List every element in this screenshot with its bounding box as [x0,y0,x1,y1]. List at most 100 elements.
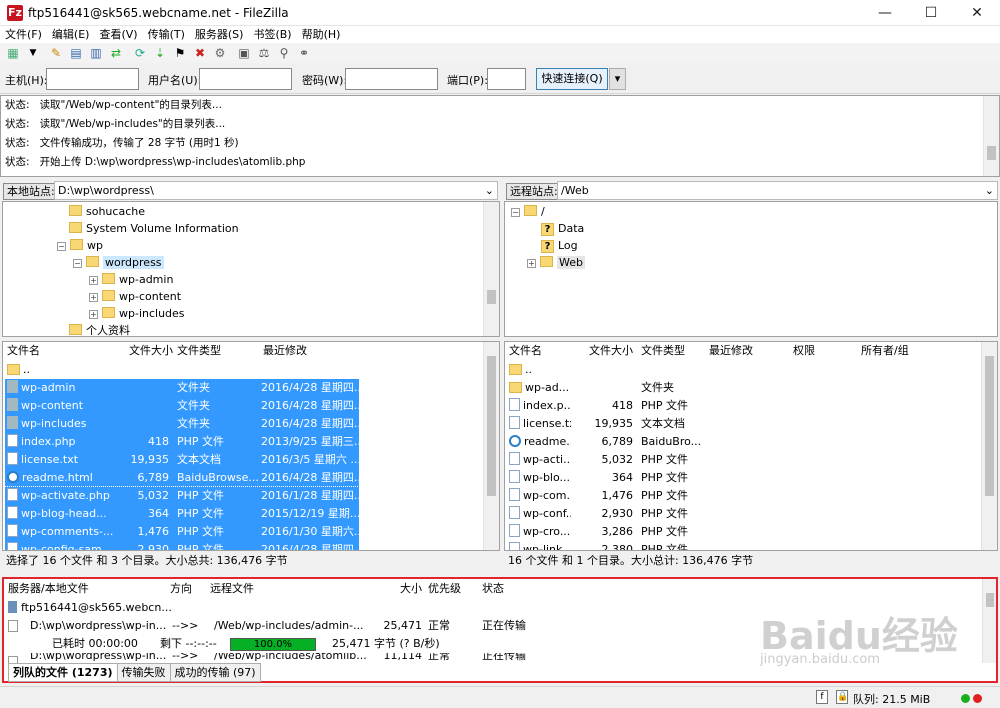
toggle-log-icon[interactable]: ✎ [48,45,64,61]
menu-edit[interactable]: 编辑(E) [47,26,95,43]
menu-server[interactable]: 服务器(S) [190,26,249,43]
expand-icon[interactable]: + [89,310,98,319]
chevron-down-icon[interactable]: ⌄ [985,182,994,199]
menu-transfer[interactable]: 传输(T) [143,26,190,43]
menu-help[interactable]: 帮助(H) [297,26,346,43]
file-row[interactable]: wp-content 文件夹 2016/4/28 星期四... [5,397,359,415]
column-filesize[interactable]: 文件大小 [571,342,633,360]
expand-icon[interactable]: + [89,293,98,302]
queue-item-row[interactable]: D:\wp\wordpress\wp-in... -->> /Web/wp-in… [8,617,538,635]
file-row[interactable]: wp-cro... 3,286 PHP 文件 [507,523,983,541]
tab-queued-files[interactable]: 列队的文件 (1273) [8,663,118,682]
toggle-queue-icon[interactable]: ⇄ [108,45,124,61]
column-permissions[interactable]: 权限 [789,342,855,360]
tree-node[interactable]: ? Log [541,237,578,254]
local-path-combobox[interactable]: D:\wp\wordpress\ ⌄ [54,181,498,200]
remote-path-combobox[interactable]: /Web ⌄ [557,181,998,200]
column-filesize[interactable]: 文件大小 [121,342,173,360]
collapse-icon[interactable]: − [73,259,82,268]
tree-node[interactable]: − wp [57,237,103,254]
quickconnect-dropdown-button[interactable]: ▾ [609,68,626,90]
tree-node[interactable]: + wp-admin [89,271,173,288]
queue-column-local[interactable]: 服务器/本地文件 [8,581,89,597]
quickconnect-button[interactable]: 快速连接(Q) [536,68,608,90]
tab-successful-transfers[interactable]: 成功的传输 (97) [169,663,261,682]
menu-file[interactable]: 文件(F) [0,26,47,43]
expand-icon[interactable]: + [527,259,536,268]
log-scrollbar[interactable] [983,96,999,176]
tree-node[interactable]: sohucache [69,203,145,220]
column-filetype[interactable]: 文件类型 [173,342,259,360]
password-input[interactable] [345,68,438,90]
file-row[interactable]: wp-blo... 364 PHP 文件 [507,469,983,487]
queue-scrollbar[interactable] [982,579,996,663]
queue-column-priority[interactable]: 优先级 [428,581,461,597]
search-remote-icon[interactable]: ⚭ [296,45,312,61]
column-modified[interactable]: 最近修改 [259,342,359,360]
refresh-icon[interactable]: ⟳ [132,45,148,61]
queue-server-row[interactable]: ftp516441@sk565.webcn... [8,599,172,617]
queue-column-size[interactable]: 大小 [384,581,422,597]
local-list-scrollbar[interactable] [483,342,499,550]
file-row[interactable]: wp-link... 2,380 PHP 文件 [507,541,983,550]
username-input[interactable] [199,68,292,90]
tree-node[interactable]: 个人资料 [69,322,130,336]
collapse-icon[interactable]: − [511,208,520,217]
filter-icon[interactable]: f [816,690,828,704]
file-row[interactable]: license.txt19,935文本文档 [507,415,983,433]
queue-column-direction[interactable]: 方向 [170,581,192,597]
file-row[interactable]: wp-ad... 文件夹 [507,379,983,397]
expand-icon[interactable]: + [89,276,98,285]
queue-column-remote[interactable]: 远程文件 [210,581,254,597]
chevron-down-icon[interactable]: ⌄ [485,182,494,199]
column-filetype[interactable]: 文件类型 [637,342,703,360]
file-row[interactable]: wp-activate.php 5,032 PHP 文件 2016/1/28 星期四.… [4,486,360,506]
file-row[interactable]: wp-comments-... 1,476 PHP 文件 2016/1/30 星期六.… [5,523,359,541]
file-row[interactable]: license.txt 19,935 文本文档 2016/3/5 星期六 ... [5,451,359,469]
tree-node[interactable]: + wp-content [89,288,181,305]
lock-icon[interactable]: 🔒 [836,690,848,704]
column-filename[interactable]: 文件名 [3,342,121,360]
directory-listing-filter-icon[interactable]: ▣ [236,45,252,61]
menu-bookmarks[interactable]: 书签(B) [248,26,296,43]
toggle-comparison-icon[interactable]: ⚖ [256,45,272,61]
sync-browsing-icon[interactable]: ⚲ [276,45,292,61]
tree-node-selected[interactable]: + Web [527,254,585,271]
collapse-icon[interactable]: − [57,242,66,251]
file-row[interactable]: wp-blog-head... 364 PHP 文件 2015/12/19 星期... [5,505,359,523]
tree-node[interactable]: ? Data [541,220,584,237]
file-row[interactable]: .. [5,361,359,379]
file-row[interactable]: index.php 418 PHP 文件 2013/9/25 星期三... [5,433,359,451]
site-manager-dropdown-icon[interactable]: ▼ [25,45,41,61]
file-row[interactable]: wp-acti... 5,032 PHP 文件 [507,451,983,469]
file-row[interactable]: readme.html 6,789 BaiduBrowse... 2016/4/28 … [5,469,359,487]
toggle-local-tree-icon[interactable]: ▤ [68,45,84,61]
menu-view[interactable]: 查看(V) [94,26,142,43]
queue-column-status[interactable]: 状态 [482,581,504,597]
file-row[interactable]: readme...6,789BaiduBro... [507,433,983,451]
maximize-button[interactable]: ☐ [908,0,954,26]
tree-node[interactable]: + wp-includes [89,305,185,322]
file-row[interactable]: wp-includes 文件夹 2016/4/28 星期四... [5,415,359,433]
toggle-remote-tree-icon[interactable]: ▥ [88,45,104,61]
file-row[interactable]: wp-admin 文件夹 2016/4/28 星期四... [5,379,359,397]
cancel-operation-icon[interactable]: ⚑ [172,45,188,61]
column-owner[interactable]: 所有者/组 [857,342,937,360]
process-queue-icon[interactable]: ⇣ [152,45,168,61]
column-modified[interactable]: 最近修改 [705,342,789,360]
file-row[interactable]: .. [507,361,983,379]
minimize-button[interactable]: — [862,0,908,26]
file-row[interactable]: wp-conf... 2,930 PHP 文件 [507,505,983,523]
tab-failed-transfers[interactable]: 传输失败 [116,663,171,682]
disconnect-icon[interactable]: ✖ [192,45,208,61]
reconnect-icon[interactable]: ⚙ [212,45,228,61]
file-row[interactable]: index.p... 418 PHP 文件 [507,397,983,415]
host-input[interactable] [46,68,139,90]
tree-node-selected[interactable]: − wordpress [73,254,164,271]
tree-node[interactable]: − / [511,203,545,220]
port-input[interactable] [487,68,526,90]
remote-list-scrollbar[interactable] [981,342,997,550]
local-tree-scrollbar[interactable] [483,202,499,336]
close-button[interactable]: ✕ [954,0,1000,26]
site-manager-icon[interactable]: ▦ [5,45,21,61]
